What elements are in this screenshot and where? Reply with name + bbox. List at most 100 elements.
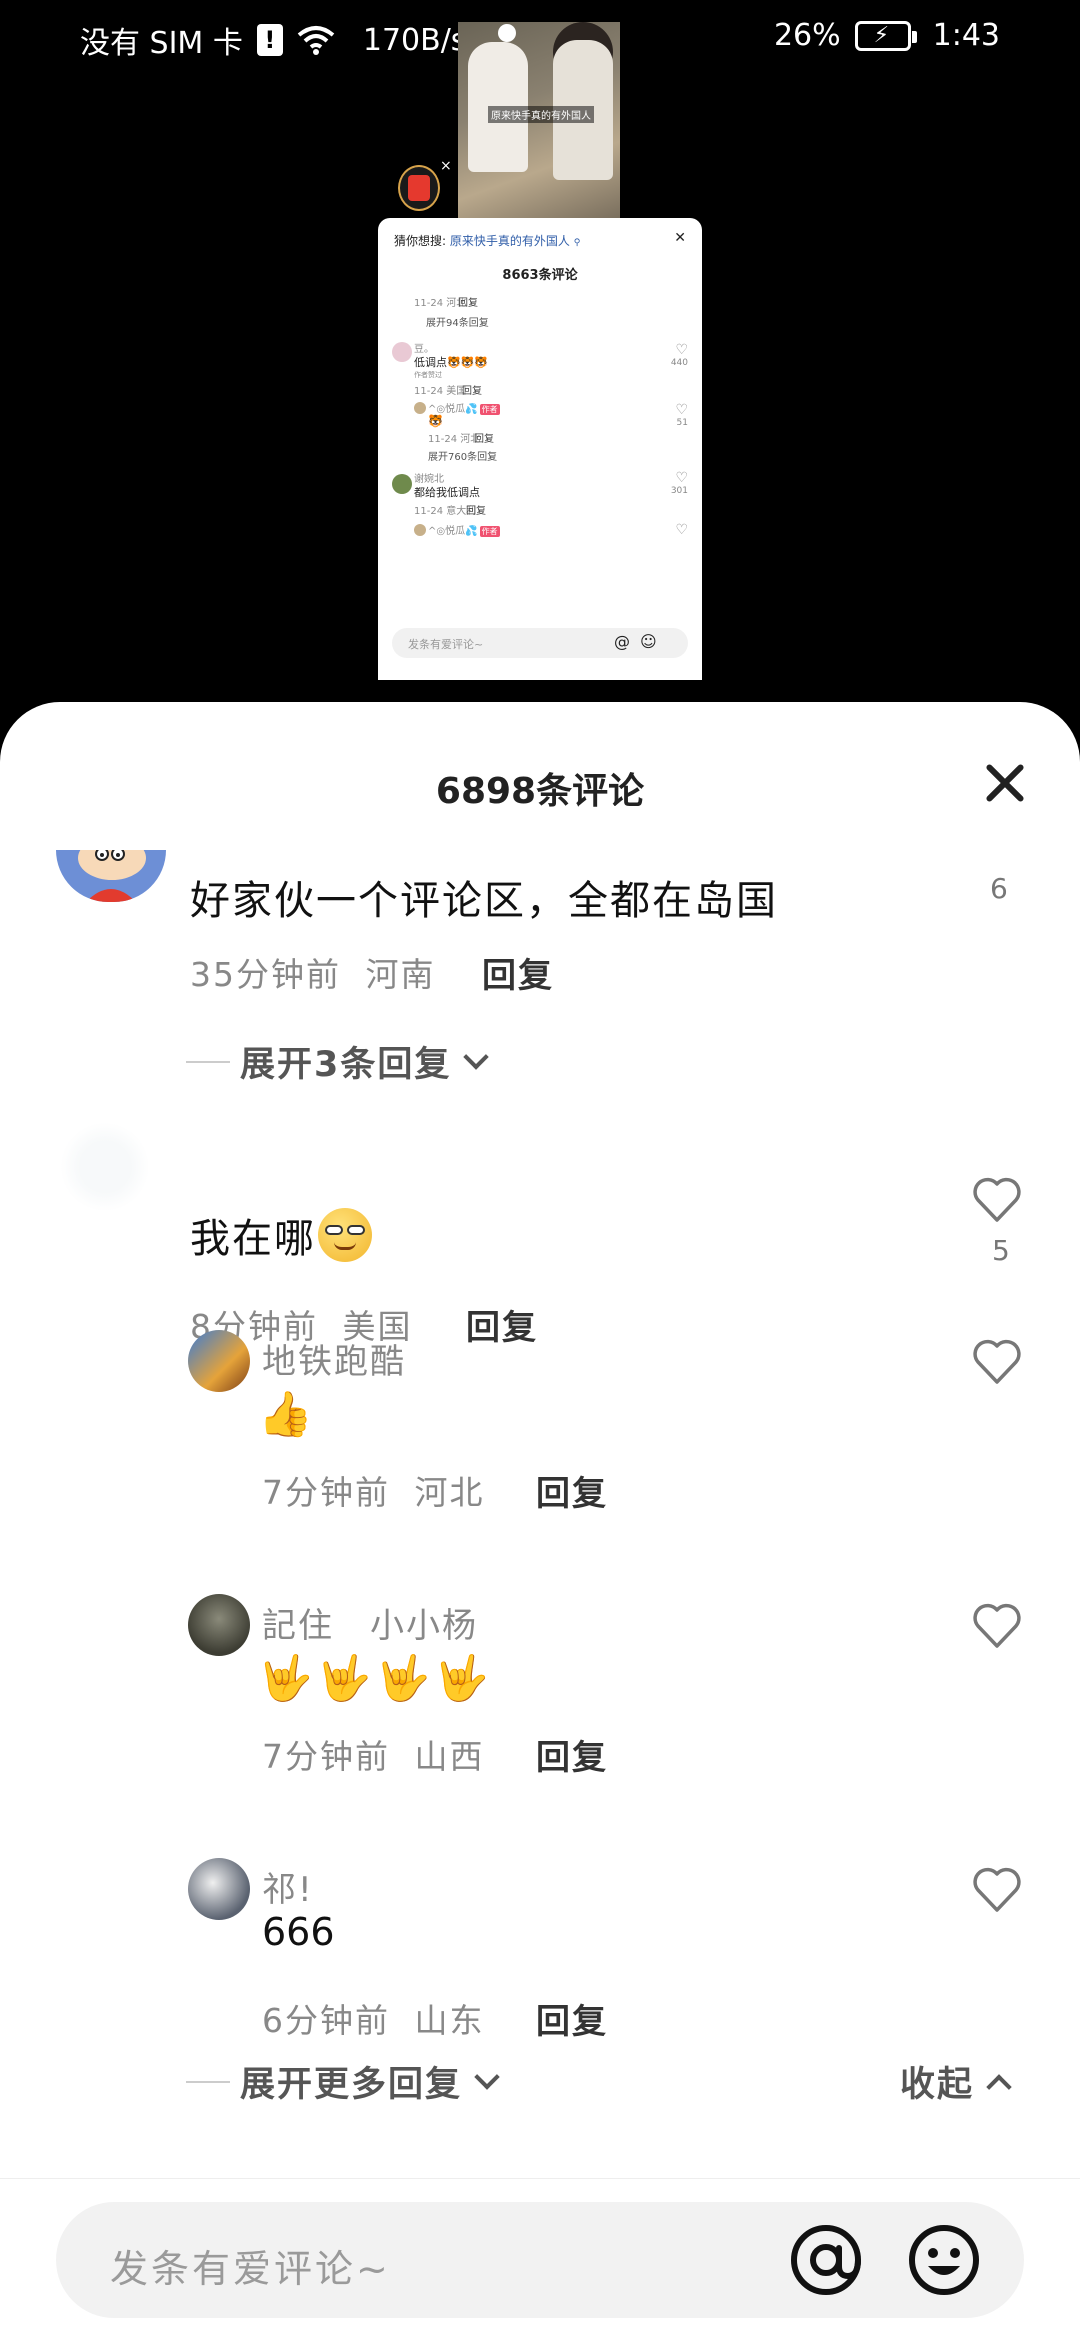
mini-expand[interactable]: 展开94条回复 (426, 314, 489, 329)
red-packet-icon[interactable] (398, 165, 440, 211)
heart-icon[interactable]: ♡ (675, 470, 688, 486)
status-left: 没有 SIM 卡 ! 170B/s (80, 18, 466, 62)
smile-icon[interactable] (906, 2222, 982, 2298)
mini-name: ^◎悦瓜💦 作者 (428, 404, 500, 415)
reply-meta: 7分钟前 河北 (262, 1466, 485, 1514)
red-packet-close-icon[interactable]: × (440, 158, 452, 174)
mini-expand[interactable]: 展开760条回复 (428, 448, 497, 463)
reply-text: 👍 (258, 1389, 317, 1440)
expand-more-label: 展开更多回复 (240, 2065, 463, 2105)
reply-time: 7分钟前 (262, 1737, 390, 1776)
expand-more-replies-button[interactable]: 展开更多回复 (186, 2056, 500, 2107)
author-tag: 作者 (479, 526, 500, 537)
reply-location: 河北 (414, 1473, 485, 1512)
mini-title: 8663条评论 (502, 268, 578, 283)
reply-username[interactable]: 地铁跑酷 (262, 1334, 406, 1383)
avatar[interactable] (414, 402, 426, 414)
at-icon[interactable]: @ (614, 632, 630, 651)
collapse-label: 收起 (900, 2065, 975, 2105)
reply-username[interactable]: 祁! (262, 1862, 314, 1911)
mini-name: 豆。 (414, 344, 434, 355)
heart-icon[interactable] (970, 1172, 1024, 1226)
mini-input-placeholder: 发条有爱评论~ (408, 638, 484, 651)
expand-divider (186, 2080, 230, 2083)
close-icon[interactable] (982, 760, 1028, 806)
mini-reply[interactable]: 回复 (474, 430, 494, 445)
search-hint-prefix: 猜你想搜: (394, 234, 447, 248)
collapse-replies-button[interactable]: 收起 (900, 2056, 1012, 2107)
search-hint[interactable]: 猜你想搜: 原来快手真的有外国人 ⚲ (394, 232, 580, 249)
avatar[interactable] (60, 1122, 150, 1212)
author-tag: 作者 (479, 404, 500, 415)
heart-icon[interactable] (970, 1334, 1024, 1388)
mini-like-count: 51 (676, 418, 688, 428)
reply-button[interactable]: 回复 (536, 1466, 608, 1515)
heart-icon[interactable] (970, 1862, 1024, 1916)
reply-meta: 7分钟前 山西 (262, 1730, 485, 1778)
like-count: 5 (992, 1234, 1010, 1267)
search-icon: ⚲ (573, 238, 581, 248)
reply-button[interactable]: 回复 (536, 1730, 608, 1779)
reply-location: 山东 (414, 2001, 485, 2040)
avatar[interactable] (392, 342, 412, 362)
comment-sheet: 6898条评论 好家伙一个评论区，全都在岛国 6 35分钟前 河南 回复 展开3… (0, 702, 1080, 2340)
video-caption: 原来快手真的有外国人 (488, 106, 594, 123)
reply-button[interactable]: 回复 (466, 1300, 538, 1349)
comment-text: 我在哪 (190, 1216, 316, 1262)
comment-text: 好家伙一个评论区，全都在岛国 (190, 878, 778, 924)
carrier-text: 没有 SIM 卡 (80, 26, 243, 61)
mini-close-icon[interactable]: ✕ (674, 230, 686, 246)
mini-like-count: 440 (670, 358, 688, 368)
reply-meta: 6分钟前 山东 (262, 1994, 485, 2042)
heart-icon[interactable]: ♡ (675, 342, 688, 358)
like-count: 6 (990, 872, 1008, 905)
expand-replies-label: 展开3条回复 (240, 1045, 452, 1085)
mini-text: 都给我低调点 (414, 486, 480, 499)
mini-like-count: 301 (670, 486, 688, 496)
avatar[interactable] (188, 1594, 250, 1656)
mini-name: 谢婉北 (414, 474, 444, 485)
comment-meta: 35分钟前 河南 (190, 948, 436, 996)
comment-location: 河南 (365, 955, 436, 994)
video-thumbnail[interactable]: 原来快手真的有外国人 (458, 22, 620, 218)
expand-replies-button[interactable]: 展开3条回复 (186, 1036, 490, 1087)
mini-meta: 11-24 河北 (428, 434, 481, 445)
reply-username[interactable]: 記住 小小杨 (262, 1598, 478, 1647)
at-icon[interactable] (786, 2220, 866, 2300)
search-hint-keyword[interactable]: 原来快手真的有外国人 (450, 234, 570, 248)
network-speed: 170B/s (362, 22, 467, 58)
comment-text-row: 我在哪 (190, 1206, 372, 1264)
status-right: 26% ⚡ 1:43 (774, 18, 1000, 53)
mini-sub: 作者赞过 (414, 371, 442, 379)
expand-divider (186, 1060, 230, 1063)
mini-text: 低调点🐯🐯🐯 (414, 356, 489, 369)
mini-text: 🐯 (428, 414, 443, 428)
mini-reply[interactable]: 回复 (466, 502, 486, 517)
comment-input[interactable]: 发条有爱评论~ (56, 2202, 1024, 2318)
battery-percent: 26% (773, 18, 841, 53)
reply-button[interactable]: 回复 (536, 1994, 608, 2043)
mini-reply[interactable]: 回复 (462, 382, 482, 397)
wifi-icon (297, 26, 335, 55)
heart-icon[interactable]: ♡ (675, 522, 688, 538)
avatar[interactable] (188, 1858, 250, 1920)
avatar[interactable] (188, 1330, 250, 1392)
reply-text: 666 (262, 1910, 335, 1954)
mini-reply[interactable]: 回复 (458, 294, 478, 309)
chevron-up-icon (986, 2073, 1012, 2100)
avatar[interactable] (56, 850, 166, 902)
clock: 1:43 (932, 18, 1000, 53)
smile-icon[interactable]: ☺ (640, 632, 657, 651)
chevron-down-icon (463, 1043, 490, 1070)
sunglasses-emoji-icon (318, 1208, 372, 1262)
heart-icon[interactable]: ♡ (675, 402, 688, 418)
avatar[interactable] (392, 474, 412, 494)
heart-icon[interactable] (970, 1598, 1024, 1652)
input-placeholder: 发条有爱评论~ (110, 2247, 391, 2291)
reply-text: 🤟🤟🤟🤟 (258, 1653, 494, 1704)
avatar[interactable] (414, 524, 426, 536)
reply-button[interactable]: 回复 (482, 948, 554, 997)
sheet-title: 6898条评论 (435, 771, 645, 812)
mini-comment-input[interactable]: 发条有爱评论~ @ ☺ (392, 628, 688, 658)
divider (0, 2178, 1080, 2179)
